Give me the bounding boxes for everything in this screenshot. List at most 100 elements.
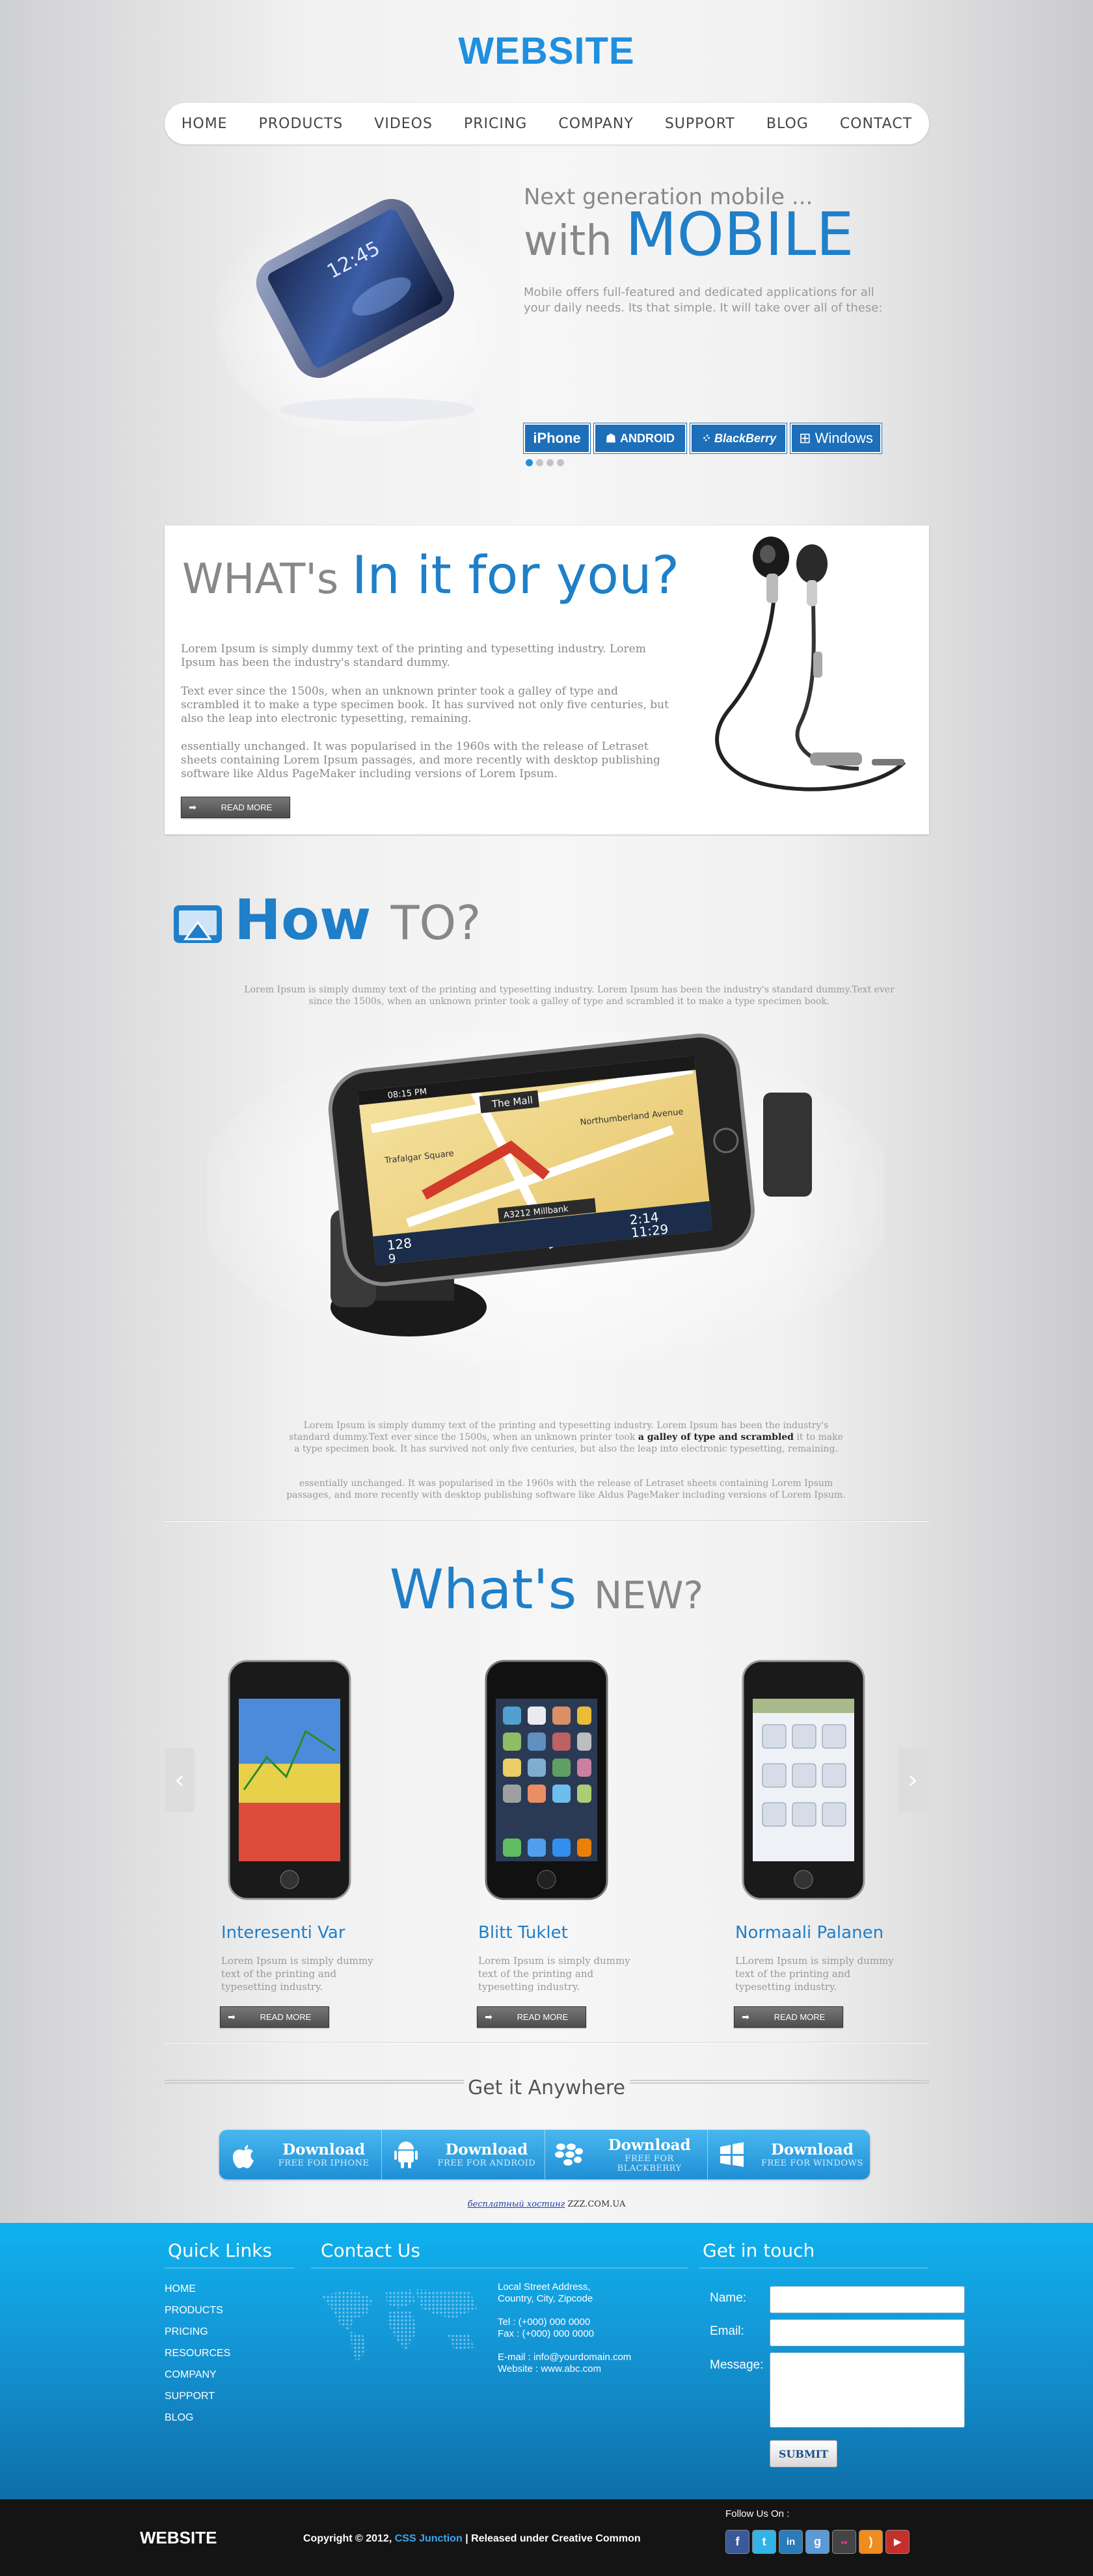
download-label: Download [282,2141,366,2158]
section-divider [165,1520,929,1522]
quick-links-list: HOME PRODUCTS PRICING RESOURCES COMPANY … [165,2278,230,2428]
name-input[interactable] [770,2286,965,2313]
download-label: Download [445,2141,528,2158]
product-phone-image [228,1660,351,1900]
contact-email[interactable]: E-mail : info@yourdomain.com [498,2352,631,2363]
message-textarea[interactable] [770,2352,965,2428]
contact-address: Local Street Address, Country, City, Zip… [498,2281,631,2375]
google-icon[interactable]: g [805,2530,830,2554]
section-divider [165,2042,929,2043]
platform-blackberry-badge[interactable]: ⁘ BlackBerry [690,423,787,454]
whats-in-title-prefix: WHAT's [182,555,339,604]
nav-blog[interactable]: BLOG [751,116,824,132]
nav-contact[interactable]: CONTACT [824,116,928,132]
email-input[interactable] [770,2319,965,2346]
slider-dot[interactable] [526,459,533,466]
submit-button[interactable]: SUBMIT [770,2440,837,2467]
how-to-paragraph: essentially unchanged. It was popularise… [286,1478,846,1500]
copyright: Copyright © 2012, CSS Junction | Release… [303,2533,641,2545]
nav-home[interactable]: HOME [166,116,243,132]
footer-link-company[interactable]: COMPANY [165,2364,230,2385]
main-nav: HOME PRODUCTS VIDEOS PRICING COMPANY SUP… [165,103,929,144]
message-label: Message: [710,2358,764,2372]
whats-in-paragraph: Lorem Ipsum is simply dummy text of the … [181,643,646,669]
contact-fax: Fax : (+000) 000 0000 [498,2328,595,2339]
contact-tel: Tel : (+000) 000 0000 [498,2317,591,2328]
whats-new-title-main: What's [389,1558,577,1621]
download-sublabel: FREE FOR BLACKBERRY [617,2153,682,2173]
slider-dots [526,459,564,466]
product-name[interactable]: Interesenti Var [221,1923,345,1943]
facebook-icon[interactable]: f [725,2530,749,2554]
whats-in-title-main: In it for you? [351,545,680,605]
hero-title: with MOBILE [524,200,854,269]
name-label: Name: [710,2291,746,2305]
nav-pricing[interactable]: PRICING [448,116,543,132]
product-description: Lorem Ipsum is simply dummy text of the … [221,1955,373,1993]
read-more-button[interactable]: ➡ READ MORE [220,2006,329,2028]
slider-dot[interactable] [546,459,554,466]
twitter-icon[interactable]: t [752,2530,776,2554]
slider-dot[interactable] [557,459,564,466]
footer-link-pricing[interactable]: PRICING [165,2321,230,2343]
product-name[interactable]: Blitt Tuklet [478,1923,568,1943]
whats-in-paragraph: Text ever since the 1500s, when an unkno… [181,685,669,725]
gps-distance: 128 [386,1235,412,1253]
blackberry-icon: ⁘ [700,431,711,445]
youtube-icon[interactable]: ▶ [885,2530,910,2554]
contact-us-title: Contact Us [321,2240,420,2261]
arrow-right-icon: ➡ [742,2012,749,2022]
platform-windows-badge[interactable]: ⊞ Windows [790,423,882,454]
download-sublabel: FREE FOR IPHONE [278,2158,370,2168]
download-blackberry-button[interactable]: Download FREE FOR BLACKBERRY [545,2130,708,2179]
site-logo[interactable]: WEBSITE [0,29,1093,73]
address-line: Country, City, Zipcode [498,2293,593,2304]
footer-link-home[interactable]: HOME [165,2278,230,2300]
download-windows-button[interactable]: Download FREE FOR WINDOWS [708,2130,870,2179]
hosting-link[interactable]: бесплатный хостинг [468,2199,565,2209]
gps-distance: 9 [388,1252,397,1266]
hero-title-main: MOBILE [625,200,854,269]
copyright-text: Copyright © 2012, [303,2533,392,2544]
rss-icon[interactable]: ) [859,2530,883,2554]
read-more-button[interactable]: ➡ READ MORE [181,797,290,818]
download-bar: Download FREE FOR IPHONE Download FREE FOR… [219,2130,870,2179]
whats-in-title: WHAT's In it for you? [182,545,679,605]
get-it-title: Get it Anywhere [467,2077,626,2099]
copyright-text: | Released under Creative Common [465,2533,641,2544]
download-sublabel: FREE FOR WINDOWS [761,2158,863,2168]
airplay-icon [174,905,222,943]
read-more-button[interactable]: ➡ READ MORE [734,2006,843,2028]
footer-link-products[interactable]: PRODUCTS [165,2300,230,2321]
carousel-next-button[interactable]: › [898,1748,928,1812]
product-name[interactable]: Normaali Palanen [735,1923,884,1943]
whats-in-paragraph: essentially unchanged. It was popularise… [181,740,660,780]
footer-link-support[interactable]: SUPPORT [165,2385,230,2407]
flickr-icon[interactable]: •• [832,2530,856,2554]
nav-products[interactable]: PRODUCTS [243,116,359,132]
linkedin-icon[interactable]: in [779,2530,803,2554]
download-iphone-button[interactable]: Download FREE FOR IPHONE [219,2130,383,2179]
footer-logo[interactable]: WEBSITE [140,2528,217,2548]
download-android-button[interactable]: Download FREE FOR ANDROID [382,2130,545,2179]
read-more-label: READ MORE [260,2012,312,2022]
product-phone-image [742,1660,865,1900]
carousel-prev-button[interactable]: ‹ [165,1748,195,1812]
platform-iphone-badge[interactable]: iPhone [523,423,591,454]
download-label: Download [608,2136,691,2154]
nav-company[interactable]: COMPANY [543,116,649,132]
how-to-intro: Lorem Ipsum is simply dummy text of the … [244,985,895,1007]
hero-phone-image: 12:45 [215,198,501,436]
css-junction-link[interactable]: CSS Junction [395,2533,463,2544]
contact-website[interactable]: Website : www.abc.com [498,2363,631,2375]
platform-android-badge[interactable]: ☗ ANDROID [593,423,687,454]
footer-link-resources[interactable]: RESOURCES [165,2343,230,2364]
nav-videos[interactable]: VIDEOS [358,116,448,132]
slider-dot[interactable] [536,459,543,466]
platform-android-label: ANDROID [620,431,675,445]
footer-link-blog[interactable]: BLOG [165,2407,230,2428]
nav-support[interactable]: SUPPORT [649,116,751,132]
read-more-button[interactable]: ➡ READ MORE [477,2006,586,2028]
how-to-paragraph: Lorem Ipsum is simply dummy text of the … [286,1420,846,1455]
platform-blackberry-label: BlackBerry [714,431,777,445]
